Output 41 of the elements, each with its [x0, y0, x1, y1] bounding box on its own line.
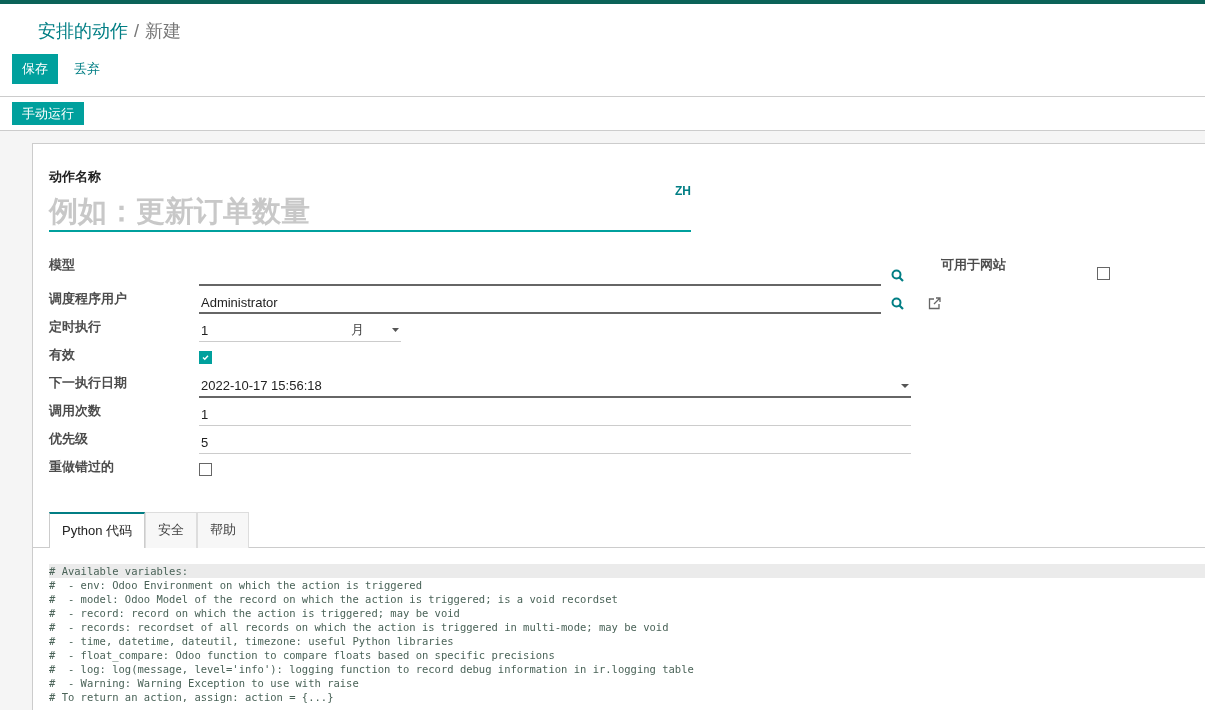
input-field[interactable]: 5 [199, 432, 911, 454]
caret-icon [392, 328, 399, 332]
field-label: 有效 [49, 346, 76, 364]
code-line: # - record: record on which the action is triggered; may be void [49, 606, 461, 620]
caret-icon [901, 384, 909, 388]
check-icon [201, 353, 210, 362]
field-label: 动作名称 [49, 168, 102, 186]
code-line: # - float_compare: Odoo function to compare floats based on specific precisions [49, 648, 556, 662]
discard-button[interactable]: 丢弃 [62, 54, 112, 84]
code-line: # To return an action, assign: action = {...} [49, 690, 335, 704]
checkbox[interactable] [199, 463, 212, 476]
search-icon[interactable] [891, 296, 904, 310]
breadcrumb-current: 新建 [145, 20, 181, 43]
checkbox[interactable] [199, 351, 212, 364]
field-label: 模型 [49, 256, 76, 274]
input-field[interactable]: 1 [199, 404, 911, 426]
tab[interactable]: 帮助 [197, 512, 250, 548]
field-label: 优先级 [49, 430, 89, 448]
code-line: # - Warning: Warning Exception to use with raise [49, 676, 360, 690]
field-label: 调用次数 [49, 402, 102, 420]
interval-number-field[interactable]: 1 [199, 322, 351, 338]
field-label: 重做错过的 [49, 458, 115, 476]
field-label: 可用于网站 [941, 256, 1007, 274]
checkbox[interactable] [1097, 267, 1110, 280]
external-link-icon[interactable] [928, 296, 941, 310]
breadcrumb-link[interactable]: 安排的动作 [38, 19, 128, 43]
date-field[interactable]: 2022-10-17 15:56:18 [199, 376, 911, 398]
code-line: # - time, datetime, dateutil, timezone: useful Python libraries [49, 634, 455, 648]
field-label: 调度程序用户 [49, 290, 128, 308]
code-line: # - log: log(message, level='info'): logging function to record debug information in ir.logging table [49, 662, 695, 676]
input-field[interactable]: Administrator [199, 292, 881, 314]
field-label: 定时执行 [49, 318, 102, 336]
tab[interactable]: Python 代码 [49, 512, 146, 548]
interval-unit-select[interactable]: 月 [351, 321, 399, 339]
field-label: 下一执行日期 [49, 374, 128, 392]
tab[interactable]: 安全 [145, 512, 198, 548]
code-line: # - env: Odoo Environment on which the action is triggered [49, 578, 423, 592]
search-icon[interactable] [891, 268, 904, 282]
code-line: # - records: recordset of all records on which the action is triggered in multi-mode; may be void [49, 620, 670, 634]
breadcrumb-separator: / [134, 20, 139, 42]
code-line: # - model: Odoo Model of the record on which the action is triggered; is a void recordset [49, 592, 619, 606]
